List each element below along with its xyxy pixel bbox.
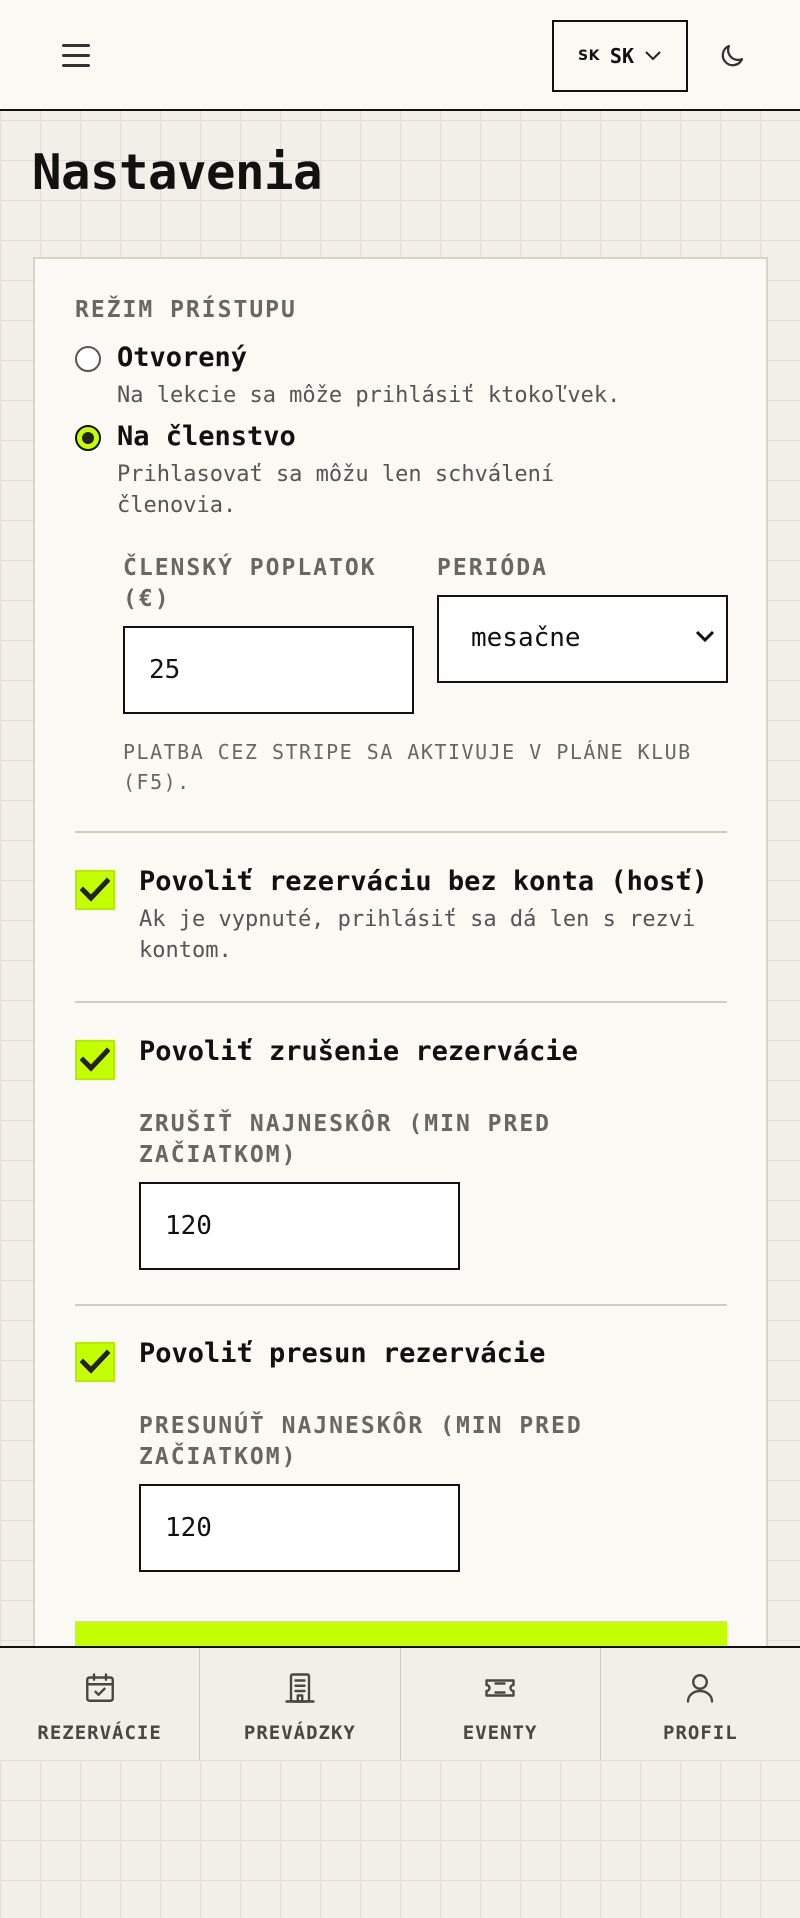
language-code: SK [609, 44, 635, 68]
nav-item-profile[interactable]: PROFIL [601, 1648, 800, 1760]
period-label: PERIÓDA [437, 555, 548, 581]
check-icon [80, 877, 110, 902]
nav-label: PREVÁDZKY [243, 1722, 356, 1744]
nav-label: PROFIL [663, 1722, 738, 1744]
ticket-icon [480, 1668, 520, 1708]
cancellation-title: Povoliť zrušenie rezervácie [139, 1036, 578, 1067]
cancellation-deadline-input[interactable] [139, 1182, 460, 1270]
page-title: Nastavenia [32, 144, 323, 201]
nav-label: EVENTY [462, 1722, 538, 1744]
reschedule-checkbox[interactable] [75, 1342, 115, 1382]
cancellation-deadline-label: ZRUŠIŤ NAJNESKÔR (MIN PRED ZAČIATKOM) [139, 1111, 552, 1168]
guest-booking-checkbox[interactable] [75, 870, 115, 910]
divider [75, 1304, 727, 1306]
reschedule-deadline-input[interactable] [139, 1484, 460, 1572]
radio-open[interactable] [75, 346, 101, 372]
moon-icon[interactable] [712, 38, 752, 74]
guest-booking-title: Povoliť rezerváciu bez konta (hosť) [139, 866, 708, 897]
menu-icon[interactable] [56, 38, 96, 74]
divider [75, 831, 727, 833]
calendar-check-icon [80, 1668, 120, 1708]
check-icon [80, 1349, 110, 1374]
option-open-title: Otvorený [117, 342, 248, 373]
nav-item-reservations[interactable]: REZERVÁCIE [0, 1648, 201, 1760]
language-flag-icon: SK [577, 48, 600, 64]
language-selector[interactable]: SK SK [552, 20, 688, 92]
chevron-down-icon [695, 630, 715, 643]
check-icon [80, 1047, 110, 1072]
fee-input[interactable] [123, 626, 414, 714]
cancellation-checkbox[interactable] [75, 1040, 115, 1080]
reschedule-title: Povoliť presun rezervácie [139, 1338, 546, 1369]
top-bar: SK SK [0, 0, 800, 111]
settings-card: REŽIM PRÍSTUPU Otvorený Na lekcie sa môž… [33, 257, 768, 1661]
user-icon [680, 1668, 720, 1708]
nav-label: REZERVÁCIE [37, 1722, 162, 1744]
access-mode-label: REŽIM PRÍSTUPU [75, 297, 297, 323]
nav-item-events[interactable]: EVENTY [401, 1648, 601, 1760]
divider [75, 1001, 727, 1003]
bottom-nav: REZERVÁCIE PREVÁDZKY EVENTY PROFIL [0, 1646, 800, 1760]
period-select[interactable]: mesačne [437, 595, 728, 683]
reschedule-deadline-label: PRESUNÚŤ NAJNESKÔR (MIN PRED ZAČIATKOM) [139, 1413, 583, 1470]
stripe-hint: PLATBA CEZ STRIPE SA AKTIVUJE V PLÁNE KL… [123, 740, 692, 794]
nav-item-venues[interactable]: PREVÁDZKY [200, 1648, 401, 1760]
period-select-value: mesačne [471, 623, 581, 653]
option-membership-description: Prihlasovať sa môžu len schválení členov… [117, 462, 555, 518]
building-icon [280, 1668, 320, 1708]
option-membership-title: Na členstvo [117, 421, 296, 452]
fee-label: ČLENSKÝ POPLATOK (€) [123, 555, 377, 612]
option-open-description: Na lekcie sa môže prihlásiť ktokoľvek. [117, 383, 621, 408]
radio-membership[interactable] [75, 425, 101, 451]
chevron-down-icon [645, 51, 661, 61]
guest-booking-description: Ak je vypnuté, prihlásiť sa dá len s rez… [139, 907, 696, 963]
